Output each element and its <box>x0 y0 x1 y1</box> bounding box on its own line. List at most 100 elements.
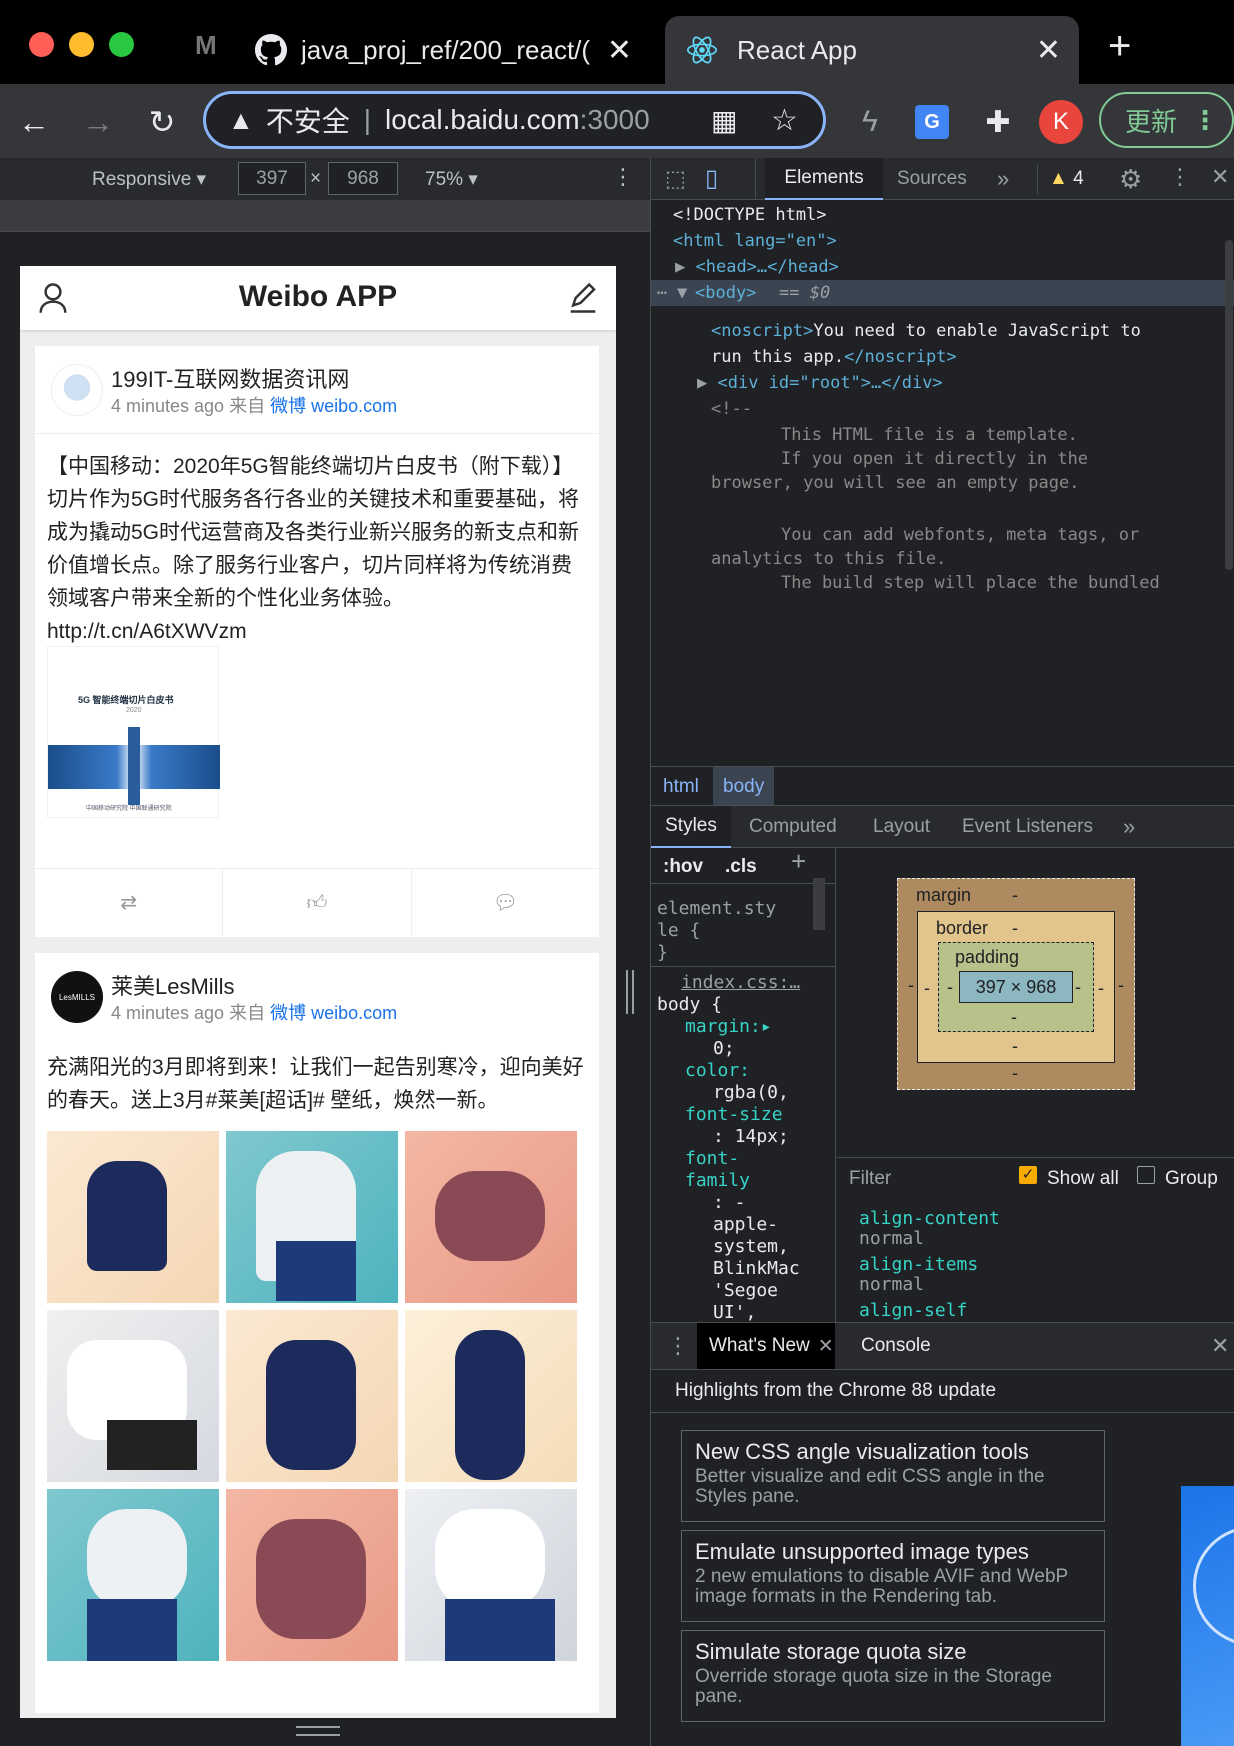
computed-property-name[interactable]: align-items <box>859 1254 978 1276</box>
css-declaration-line[interactable]: 0; <box>685 1038 835 1060</box>
photo-thumbnail[interactable] <box>226 1131 398 1303</box>
tab-github[interactable]: java_proj_ref/200_react/( ✕ <box>255 16 650 84</box>
whats-new-card[interactable]: New CSS angle visualization tools Better … <box>681 1430 1105 1522</box>
box-padding[interactable]: padding - - - 397 × 968 <box>938 942 1094 1032</box>
security-label[interactable]: 不安全 <box>266 100 350 140</box>
computed-property-name[interactable]: align-self <box>859 1300 967 1322</box>
avatar[interactable] <box>51 364 103 416</box>
qr-code-icon[interactable]: ▦ <box>711 104 737 137</box>
tab-whats-new[interactable]: What's New ✕ <box>697 1323 835 1369</box>
group-checkbox[interactable] <box>1137 1166 1155 1184</box>
maximize-window-button[interactable] <box>109 32 134 57</box>
update-button[interactable]: 更新 ⋮ <box>1099 92 1234 148</box>
css-declaration-line[interactable]: margin:▸ <box>685 1016 835 1038</box>
tab-sources[interactable]: Sources <box>897 168 967 190</box>
computed-property-name[interactable]: align-content <box>859 1208 1000 1230</box>
css-declaration-line[interactable]: rgba(0, <box>685 1082 835 1104</box>
repost-icon[interactable]: ⇄ <box>35 869 222 936</box>
css-declaration-line[interactable]: : 14px; <box>685 1126 835 1148</box>
device-more-icon[interactable]: ⋮ <box>612 164 634 190</box>
reload-icon[interactable]: ↻ <box>142 100 182 144</box>
avatar[interactable]: LesMILLS <box>51 971 103 1023</box>
forward-icon[interactable]: → <box>78 100 118 144</box>
width-input[interactable]: 397 <box>238 162 306 195</box>
box-margin[interactable]: margin - - - - border - - - - padding - … <box>897 878 1135 1090</box>
viewport-resize-handle[interactable] <box>296 1726 340 1736</box>
css-declaration-line[interactable]: system, <box>685 1236 835 1258</box>
photo-thumbnail[interactable] <box>405 1489 577 1661</box>
drawer-menu-icon[interactable]: ⋮ <box>667 1333 689 1359</box>
breadcrumb-html[interactable]: html <box>663 776 699 798</box>
zoom-select[interactable]: 75% ▾ <box>425 168 478 191</box>
css-declaration-line[interactable]: family <box>685 1170 835 1192</box>
photo-thumbnail[interactable] <box>47 1489 219 1661</box>
tab-console[interactable]: Console <box>861 1335 931 1357</box>
show-all-checkbox[interactable]: ✓ <box>1019 1166 1037 1184</box>
photo-thumbnail[interactable] <box>226 1310 398 1482</box>
more-tabs-button[interactable]: » <box>997 166 1009 192</box>
post-source-link[interactable]: 微博 weibo.com <box>270 396 397 416</box>
css-declaration-line[interactable]: font- <box>685 1148 835 1170</box>
css-declaration-line[interactable]: : - <box>685 1192 835 1214</box>
expand-arrow-icon[interactable]: ▶ <box>697 373 707 393</box>
css-selector[interactable]: body { <box>657 994 722 1016</box>
dom-ellipsis[interactable]: ⋯ <box>657 280 667 306</box>
like-icon[interactable]: 👍︎ <box>222 869 410 936</box>
post-image[interactable]: 5G 智能终端切片白皮书 2020 中国移动研究院 中国联通研究院 <box>47 646 220 818</box>
promo-video-thumbnail[interactable] <box>1181 1486 1234 1746</box>
photo-thumbnail[interactable] <box>405 1310 577 1482</box>
close-drawer-icon[interactable]: ✕ <box>1211 1333 1229 1359</box>
tab-react-app[interactable]: React App ✕ <box>665 16 1079 84</box>
whats-new-card[interactable]: Simulate storage quota size Override stor… <box>681 1630 1105 1722</box>
element-style-rule[interactable]: le { <box>657 920 700 942</box>
dom-noscript-node[interactable]: <noscript>You need to enable JavaScript … <box>711 318 1231 370</box>
css-declaration-line[interactable]: color: <box>685 1060 835 1082</box>
address-bar[interactable]: ▲ 不安全 | local.baidu.com:3000 ▦ ☆ <box>203 91 826 149</box>
tab-computed[interactable]: Computed <box>749 816 837 838</box>
css-declaration-line[interactable]: font-size <box>685 1104 835 1126</box>
close-icon[interactable]: ✕ <box>818 1335 834 1358</box>
close-devtools-icon[interactable]: ✕ <box>1211 164 1229 190</box>
minimize-window-button[interactable] <box>69 32 94 57</box>
collapse-arrow-icon[interactable]: ▼ <box>677 280 687 306</box>
filter-input[interactable]: Filter <box>849 1168 891 1190</box>
photo-thumbnail[interactable] <box>405 1131 577 1303</box>
box-border[interactable]: border - - - - padding - - - 397 × 968 <box>917 911 1115 1063</box>
css-declaration-line[interactable]: apple- <box>685 1214 835 1236</box>
stylesheet-link[interactable]: index.css:… <box>681 972 800 994</box>
dom-root-node[interactable]: ▶ <div id="root">…</div> <box>697 370 943 396</box>
more-tabs-button[interactable]: » <box>1123 814 1135 840</box>
dom-doctype[interactable]: <!DOCTYPE html> <box>673 202 827 228</box>
expand-arrow-icon[interactable]: ▶ <box>675 257 685 277</box>
dom-comment-open[interactable]: <!-- <box>711 396 752 422</box>
back-icon[interactable]: ← <box>14 100 54 144</box>
photo-thumbnail[interactable] <box>47 1310 219 1482</box>
more-menu-icon[interactable]: ⋮ <box>1192 105 1218 136</box>
new-rule-button[interactable]: + <box>791 848 806 874</box>
close-window-button[interactable] <box>29 32 54 57</box>
edit-icon[interactable] <box>568 282 598 314</box>
translate-icon[interactable]: G <box>912 100 952 144</box>
new-tab-button[interactable]: + <box>1108 26 1131 66</box>
comment-icon[interactable]: 💬︎ <box>410 869 599 936</box>
post-source-link[interactable]: 微博 weibo.com <box>270 1003 397 1023</box>
lightning-extension-icon[interactable]: ϟ <box>852 100 888 144</box>
extensions-puzzle-icon[interactable]: ✚ <box>978 100 1018 144</box>
css-declaration-line[interactable]: BlinkMac <box>685 1258 835 1280</box>
tab-event-listeners[interactable]: Event Listeners <box>962 816 1093 838</box>
photo-thumbnail[interactable] <box>47 1131 219 1303</box>
warnings-badge[interactable]: ▲ 4 <box>1049 168 1084 190</box>
height-input[interactable]: 968 <box>328 162 398 195</box>
hover-state-toggle[interactable]: :hov <box>663 856 703 878</box>
dom-html-node[interactable]: <html lang="en"> <box>673 228 837 254</box>
breadcrumb-body[interactable]: body <box>713 767 775 805</box>
device-toggle-icon[interactable]: ▯ <box>705 164 718 193</box>
settings-gear-icon[interactable]: ⚙ <box>1119 164 1142 195</box>
tab-styles[interactable]: Styles <box>651 806 731 848</box>
box-content-size[interactable]: 397 × 968 <box>959 971 1073 1003</box>
whats-new-card[interactable]: Emulate unsupported image types 2 new emu… <box>681 1530 1105 1622</box>
devtools-menu-icon[interactable]: ⋮ <box>1169 164 1191 190</box>
post-username[interactable]: 莱美LesMills <box>111 969 234 1001</box>
photo-thumbnail[interactable] <box>226 1489 398 1661</box>
dom-head-node[interactable]: ▶ <head>…</head> <box>675 254 839 280</box>
